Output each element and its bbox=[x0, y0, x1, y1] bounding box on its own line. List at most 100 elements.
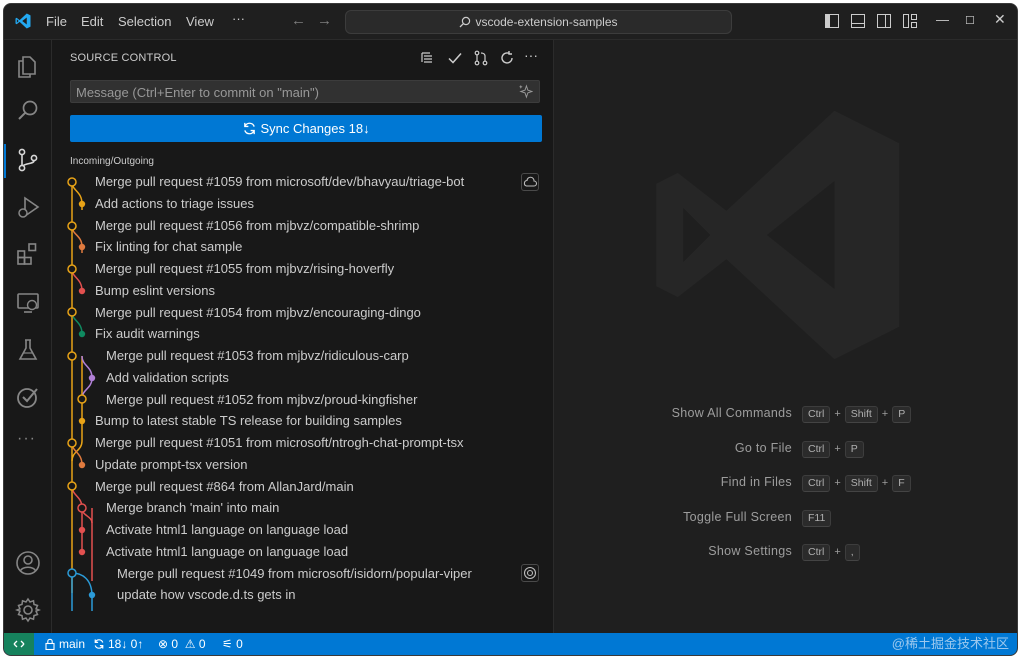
incoming-outgoing-header[interactable]: Incoming/Outgoing bbox=[70, 156, 154, 167]
commit-message-input[interactable]: Message (Ctrl+Enter to commit on "main") bbox=[70, 80, 540, 103]
error-icon: ⊗ bbox=[158, 637, 169, 651]
run-and-debug-icon[interactable] bbox=[15, 194, 41, 220]
keycap: Ctrl bbox=[802, 406, 831, 423]
shortcut-keys: Ctrl +, bbox=[802, 542, 860, 561]
forward-arrow-icon[interactable]: → bbox=[317, 12, 332, 29]
commit-row[interactable]: Activate html1 language on language load bbox=[106, 541, 348, 562]
vscode-window: File Edit Selection View ··· ← → vscode-… bbox=[3, 3, 1018, 656]
key-plus: + bbox=[834, 477, 841, 489]
refresh-icon[interactable] bbox=[499, 50, 515, 66]
commit-row[interactable]: update how vscode.d.ts gets in bbox=[117, 584, 296, 605]
commit-row[interactable]: Add actions to triage issues bbox=[95, 193, 254, 214]
keycap: Ctrl bbox=[802, 475, 831, 492]
problems-status[interactable]: ⊗ 0 ⚠ 0 bbox=[158, 633, 206, 655]
title-bar: File Edit Selection View ··· ← → vscode-… bbox=[4, 4, 1017, 40]
keycap: , bbox=[844, 544, 860, 561]
warning-count: 0 bbox=[198, 637, 206, 651]
shortcut-hint: Find in Files Ctrl + Shift + F bbox=[554, 473, 1017, 492]
explorer-icon[interactable] bbox=[15, 52, 41, 78]
remote-indicator[interactable] bbox=[4, 633, 34, 655]
commit-row[interactable]: Bump eslint versions bbox=[95, 280, 215, 301]
shortcut-label: Show Settings bbox=[708, 544, 792, 558]
commit-row[interactable]: Add validation scripts bbox=[106, 367, 229, 388]
toggle-panel-icon[interactable] bbox=[851, 14, 865, 28]
branch-status[interactable]: main bbox=[44, 633, 85, 655]
keycap: F bbox=[892, 475, 911, 492]
tasks-check-icon[interactable] bbox=[15, 384, 41, 410]
shortcut-hint: Show All Commands Ctrl + Shift + P bbox=[554, 404, 1017, 423]
lock-branch-icon bbox=[45, 638, 55, 651]
ports-status[interactable]: ⚟ 0 bbox=[222, 633, 243, 655]
watermark-text: @稀土掘金技术社区 bbox=[891, 636, 1009, 651]
sync-status-icon bbox=[94, 639, 104, 649]
shortcut-label: Find in Files bbox=[720, 475, 792, 489]
shortcut-hint: Show Settings Ctrl +, bbox=[554, 542, 1017, 561]
menu-more[interactable]: ··· bbox=[232, 11, 245, 26]
sync-status[interactable]: 18↓ 0↑ bbox=[93, 633, 143, 655]
settings-gear-icon[interactable] bbox=[15, 597, 41, 623]
remote-explorer-icon[interactable] bbox=[15, 290, 41, 316]
menu-edit[interactable]: Edit bbox=[81, 14, 103, 29]
commit-row[interactable]: Merge pull request #1049 from microsoft/… bbox=[117, 563, 472, 584]
more-views-icon[interactable]: ··· bbox=[17, 430, 36, 448]
shortcut-label: Show All Commands bbox=[671, 406, 792, 420]
commit-row[interactable]: Fix audit warnings bbox=[95, 323, 200, 344]
commit-row[interactable]: Update prompt-tsx version bbox=[95, 454, 247, 475]
accounts-icon[interactable] bbox=[15, 550, 41, 576]
sync-count: 18↓ 0↑ bbox=[108, 637, 144, 651]
create-pull-request-icon[interactable] bbox=[473, 50, 489, 66]
commit-row[interactable]: Merge pull request #1059 from microsoft/… bbox=[95, 171, 464, 192]
close-icon[interactable]: ✕ bbox=[994, 11, 1006, 28]
remote-cloud-badge[interactable] bbox=[521, 173, 539, 191]
commit-row[interactable]: Merge pull request #1054 from mjbvz/enco… bbox=[95, 302, 421, 323]
keycap: F11 bbox=[802, 509, 832, 527]
toggle-primary-sidebar-icon[interactable] bbox=[825, 14, 839, 28]
shortcut-keys: Ctrl + P bbox=[802, 439, 864, 458]
sparkle-icon[interactable] bbox=[518, 84, 533, 99]
commit-row[interactable]: Bump to latest stable TS release for bui… bbox=[95, 410, 402, 431]
commit-row[interactable]: Merge pull request #1055 from mjbvz/risi… bbox=[95, 258, 394, 279]
maximize-icon[interactable]: ☐ bbox=[965, 14, 975, 27]
commit-row[interactable]: Merge pull request #1052 from mjbvz/prou… bbox=[106, 389, 417, 410]
keycap: P bbox=[892, 406, 912, 423]
view-as-tree-icon[interactable] bbox=[420, 50, 436, 66]
shortcut-label: Go to File bbox=[734, 440, 792, 455]
toggle-secondary-sidebar-icon[interactable] bbox=[877, 14, 891, 28]
commit-row[interactable]: Merge pull request #864 from AllanJard/m… bbox=[95, 476, 354, 497]
source-control-icon[interactable] bbox=[15, 147, 41, 173]
incoming-arrow-icon: ↓ bbox=[363, 121, 370, 136]
vscode-logo-icon[interactable] bbox=[14, 12, 32, 30]
head-target-badge[interactable] bbox=[521, 564, 539, 582]
back-arrow-icon[interactable]: ← bbox=[291, 12, 306, 29]
customize-layout-icon[interactable] bbox=[903, 14, 917, 28]
editor-area: Show All Commands Ctrl + Shift + P Go to File C… bbox=[554, 40, 1017, 633]
command-center-search[interactable]: vscode-extension-samples bbox=[345, 10, 732, 34]
commit-row[interactable]: Merge branch 'main' into main bbox=[106, 497, 279, 518]
more-actions-icon[interactable]: ··· bbox=[524, 47, 538, 63]
shortcut-hint: Go to File Ctrl + P bbox=[554, 439, 1017, 458]
extensions-icon[interactable] bbox=[15, 241, 41, 267]
commit-row[interactable]: Merge pull request #1053 from mjbvz/ridi… bbox=[106, 345, 409, 366]
search-text: vscode-extension-samples bbox=[475, 15, 618, 29]
commit-check-icon[interactable] bbox=[447, 50, 463, 66]
menu-file[interactable]: File bbox=[46, 14, 67, 29]
commit-row[interactable]: Fix linting for chat sample bbox=[95, 236, 242, 257]
sync-changes-button[interactable]: Sync Changes 18↓ bbox=[70, 115, 542, 142]
active-indicator bbox=[4, 144, 6, 178]
shortcut-keys: Ctrl + Shift + F bbox=[802, 473, 911, 492]
commit-row[interactable]: Merge pull request #1051 from microsoft/… bbox=[95, 432, 464, 453]
ports-count: 0 bbox=[236, 637, 243, 651]
keycap: Shift bbox=[844, 475, 878, 492]
commit-row[interactable]: Activate html1 language on language load bbox=[106, 519, 348, 540]
commit-row[interactable]: Merge pull request #1056 from mjbvz/comp… bbox=[95, 215, 419, 236]
source-control-sidebar: SOURCE CONTROL ··· Message (Ctrl+Enter t… bbox=[52, 40, 554, 633]
search-view-icon[interactable] bbox=[15, 98, 41, 124]
testing-icon[interactable] bbox=[15, 337, 41, 363]
minimize-icon[interactable]: — bbox=[936, 12, 949, 27]
keycap: Shift bbox=[844, 406, 878, 423]
sync-label: Sync Changes 18 bbox=[260, 121, 364, 136]
menu-view[interactable]: View bbox=[186, 14, 214, 29]
branch-name: main bbox=[59, 637, 86, 651]
key-plus: + bbox=[834, 408, 841, 420]
menu-selection[interactable]: Selection bbox=[118, 14, 171, 29]
